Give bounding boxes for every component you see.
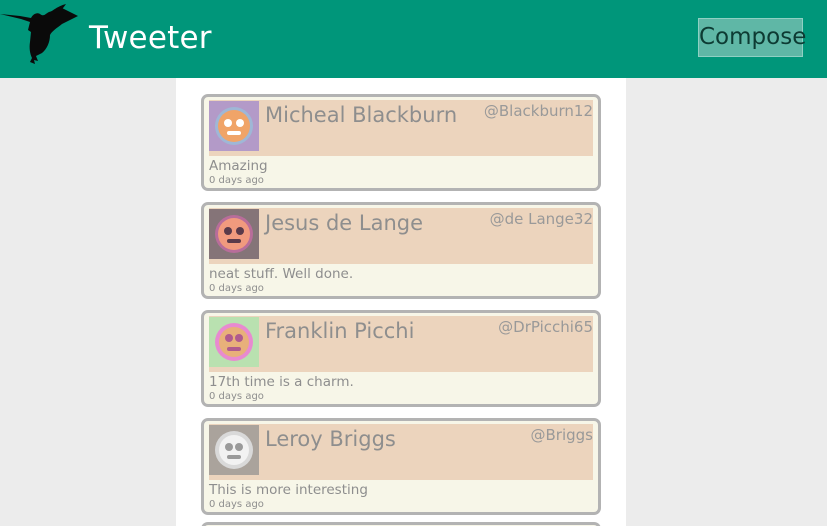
tweet-header: Leroy Briggs @Briggs [209,424,593,480]
compose-button[interactable]: Compose [698,18,806,57]
tweet-author-handle[interactable]: @Briggs [531,424,593,446]
tweet-author-name[interactable]: Micheal Blackburn [265,100,457,130]
tweet-author-handle[interactable]: @Blackburn12 [484,100,593,122]
tweet-feed[interactable]: Micheal Blackburn @Blackburn12 Amazing 0… [176,78,626,526]
tweet-header: Jesus de Lange @de Lange32 [209,208,593,264]
tweet-card-partial[interactable] [201,522,601,526]
tweet-text: neat stuff. Well done. [209,266,354,282]
tweet-timestamp: 0 days ago [209,283,264,294]
tweet-header: Franklin Picchi @DrPicchi65 [209,316,593,372]
robohash-avatar-icon[interactable] [209,209,259,259]
tweet-text: 17th time is a charm. [209,374,354,390]
tweet-author-handle[interactable]: @DrPicchi65 [498,316,593,338]
tweet-author-handle[interactable]: @de Lange32 [490,208,593,230]
robohash-avatar-icon[interactable] [209,425,259,475]
tweet-card[interactable]: Franklin Picchi @DrPicchi65 17th time is… [201,310,601,407]
tweet-text: Amazing [209,158,268,174]
tweet-timestamp: 0 days ago [209,175,264,186]
robohash-avatar-icon[interactable] [209,101,259,151]
top-app-bar: Tweeter Compose [0,0,827,78]
tweet-text: This is more interesting [209,482,368,498]
tweet-timestamp: 0 days ago [209,391,264,402]
tweet-card[interactable]: Leroy Briggs @Briggs This is more intere… [201,418,601,515]
tweet-author-name[interactable]: Franklin Picchi [265,316,414,346]
tweet-header: Micheal Blackburn @Blackburn12 [209,100,593,156]
tweet-author-name[interactable]: Leroy Briggs [265,424,396,454]
tweet-card[interactable]: Jesus de Lange @de Lange32 neat stuff. W… [201,202,601,299]
hummingbird-icon[interactable] [0,4,80,66]
tweet-card[interactable]: Micheal Blackburn @Blackburn12 Amazing 0… [201,94,601,191]
app-title: Tweeter [89,20,212,56]
robohash-avatar-icon[interactable] [209,317,259,367]
tweet-author-name[interactable]: Jesus de Lange [265,208,423,238]
tweet-timestamp: 0 days ago [209,499,264,510]
